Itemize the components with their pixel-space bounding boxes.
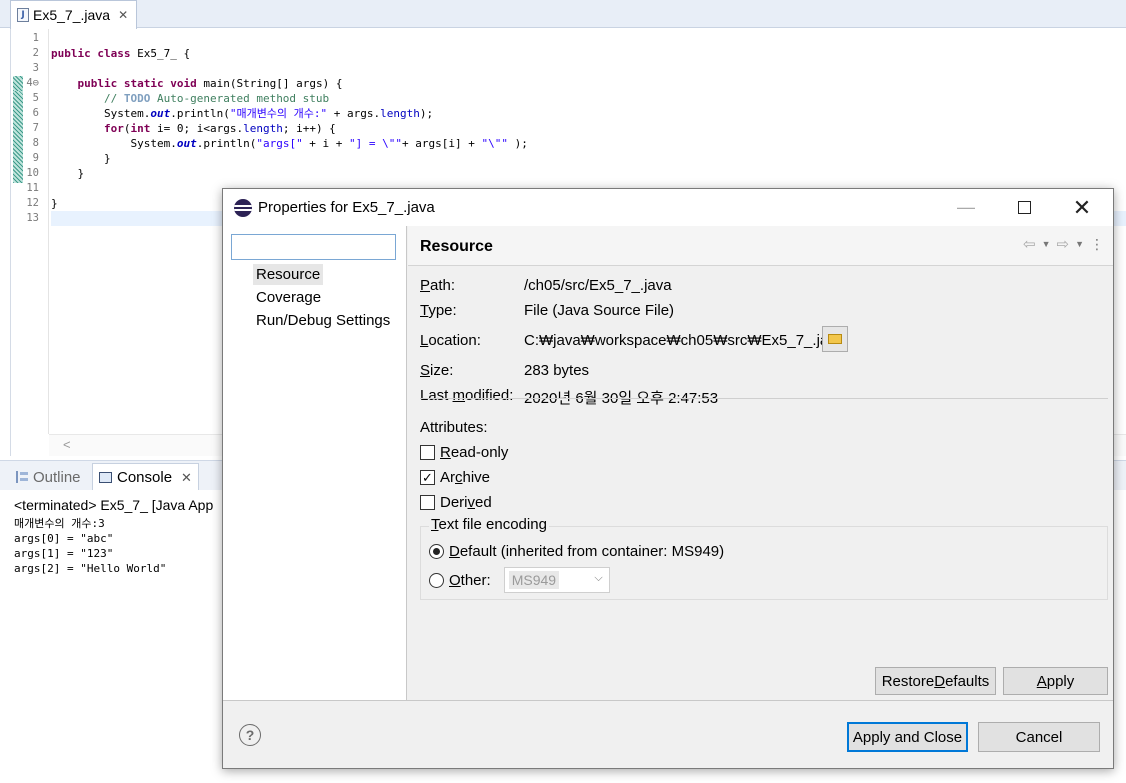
code-line: 10 } — [26, 166, 1126, 181]
close-icon[interactable]: ✕ — [181, 470, 192, 486]
tab-outline[interactable]: Outline — [10, 463, 87, 491]
encoding-group-title: Text file encoding — [429, 516, 549, 533]
console-icon — [99, 472, 112, 483]
checkbox-box[interactable] — [420, 445, 435, 460]
code-line: 6 System.out.println("매개변수의 개수:" + args.… — [33, 106, 1126, 121]
cancel-button[interactable]: Cancel — [978, 722, 1100, 752]
help-icon[interactable]: ? — [239, 724, 261, 746]
default-encoding-label: Default (inherited from container: MS949… — [449, 543, 725, 560]
line-number: 1 — [32, 32, 39, 44]
derived-label: Derived — [440, 494, 492, 511]
derived-checkbox[interactable]: Derived — [420, 494, 492, 511]
editor-tab-ex5-7[interactable]: J Ex5_7_.java ✕ — [10, 0, 138, 29]
size-value: 283 bytes — [524, 362, 590, 379]
code-line: 8 System.out.println("args[" + i + "] = … — [33, 136, 1126, 151]
code-line: 3 — [33, 61, 1126, 76]
checkbox-box[interactable] — [420, 495, 435, 510]
location-label: Location: — [420, 332, 481, 349]
editor-tab-label: Ex5_7_.java — [33, 7, 111, 23]
line-number: 5 — [32, 92, 39, 104]
nav-item-run-debug-settings[interactable]: Run/Debug Settings — [253, 310, 393, 331]
properties-dialog: Properties for Ex5_7_.java — ✕ Resource … — [222, 188, 1114, 769]
eclipse-icon — [234, 198, 252, 217]
nav-item-resource[interactable]: Resource — [253, 264, 324, 285]
dialog-button-bar: ? Apply and Close Cancel — [223, 700, 1113, 768]
apply-and-close-button[interactable]: Apply and Close — [847, 722, 968, 752]
text-file-encoding-group: Text file encoding Default (inherited fr… — [420, 516, 1108, 600]
back-arrow-icon[interactable]: ⇦ — [1023, 235, 1036, 253]
checkbox-box-checked[interactable]: ✓ — [420, 470, 435, 485]
forward-arrow-icon[interactable]: ⇨ — [1057, 235, 1070, 253]
back-dropdown-icon[interactable]: ▼ — [1042, 239, 1051, 249]
close-button[interactable]: ✕ — [1053, 189, 1111, 226]
tab-outline-label: Outline — [33, 468, 81, 486]
outline-icon — [16, 471, 28, 483]
apply-button[interactable]: Apply — [1003, 667, 1108, 695]
close-icon[interactable]: ✕ — [118, 8, 128, 22]
page-title: Resource — [420, 238, 493, 255]
last-modified-label: Last modified: — [420, 387, 514, 404]
scroll-left-icon[interactable]: < — [63, 437, 71, 452]
minimize-button[interactable]: — — [937, 189, 995, 226]
line-number: 2 — [32, 47, 39, 59]
size-label: Size: — [420, 362, 454, 379]
default-encoding-radio[interactable]: Default (inherited from container: MS949… — [429, 543, 724, 560]
radio-selected[interactable] — [429, 544, 444, 559]
line-number: 4⊖ — [26, 77, 39, 89]
line-number: 6 — [32, 107, 39, 119]
maximize-icon — [1017, 201, 1031, 214]
dialog-title: Properties for Ex5_7_.java — [258, 199, 435, 216]
line-number: 10 — [26, 167, 39, 179]
read-only-label: Read-only — [440, 444, 509, 461]
radio-unselected[interactable] — [429, 572, 444, 588]
type-label: Type: — [420, 302, 457, 319]
dialog-titlebar[interactable]: Properties for Ex5_7_.java — ✕ — [223, 189, 1113, 226]
archive-checkbox[interactable]: ✓ Archive — [420, 469, 490, 486]
restore-defaults-button[interactable]: Restore Defaults — [875, 667, 996, 695]
code-line: 2 public class Ex5_7_ { — [33, 46, 1126, 61]
line-number: 13 — [26, 212, 39, 224]
resource-page: Resource ⇦ ▼ ⇨ ▼ ⋮ Path: /ch05/src/Ex5_7… — [408, 226, 1113, 700]
code-line: 9 } — [33, 151, 1126, 166]
show-in-explorer-button[interactable] — [822, 326, 848, 352]
editor-tab-bar: J Ex5_7_.java ✕ — [0, 0, 1126, 29]
tab-console[interactable]: Console ✕ — [92, 463, 199, 491]
encoding-select[interactable]: MS949 ⌵ — [503, 567, 610, 593]
properties-nav-pane: Resource Coverage Run/Debug Settings — [223, 226, 407, 700]
archive-label: Archive — [440, 469, 491, 486]
location-value: C:₩java₩workspace₩ch05₩src₩Ex5_7_.java — [524, 332, 845, 349]
line-number: 3 — [32, 62, 39, 74]
other-encoding-radio[interactable]: Other: MS949 ⌵ — [429, 567, 610, 593]
attributes-label: Attributes: — [420, 419, 488, 436]
line-number: 11 — [26, 182, 39, 194]
tab-console-label: Console — [117, 469, 173, 486]
page-navigation: ⇦ ▼ ⇨ ▼ ⋮ — [1023, 235, 1104, 254]
read-only-checkbox[interactable]: Read-only — [420, 444, 508, 461]
encoding-select-value: MS949 — [508, 571, 560, 589]
chevron-down-icon: ⌵ — [594, 572, 603, 584]
filter-input[interactable] — [231, 234, 396, 260]
page-header: Resource ⇦ ▼ ⇨ ▼ ⋮ — [408, 226, 1113, 266]
maximize-button[interactable] — [995, 189, 1053, 226]
line-number: 8 — [32, 137, 39, 149]
separator — [420, 398, 1108, 399]
line-number: 12 — [26, 197, 39, 209]
code-line: 7 for(int i= 0; i<args.length; i++) { — [33, 121, 1126, 136]
path-value: /ch05/src/Ex5_7_.java — [524, 277, 672, 294]
view-menu-icon[interactable]: ⋮ — [1090, 236, 1104, 253]
type-value: File (Java Source File) — [524, 302, 675, 319]
path-label: Path: — [420, 277, 456, 294]
line-number: 7 — [32, 122, 39, 134]
code-line: 1 — [33, 31, 1126, 46]
java-file-icon: J — [17, 8, 29, 22]
folder-icon — [828, 334, 842, 344]
nav-item-coverage[interactable]: Coverage — [253, 287, 324, 308]
line-number: 9 — [32, 152, 39, 164]
other-encoding-label: Other: — [449, 571, 491, 589]
forward-dropdown-icon[interactable]: ▼ — [1075, 239, 1084, 249]
code-line: 5 // TODO Auto-generated method stub — [33, 91, 1126, 106]
code-line: 4⊖ public static void main(String[] args… — [26, 76, 1126, 91]
